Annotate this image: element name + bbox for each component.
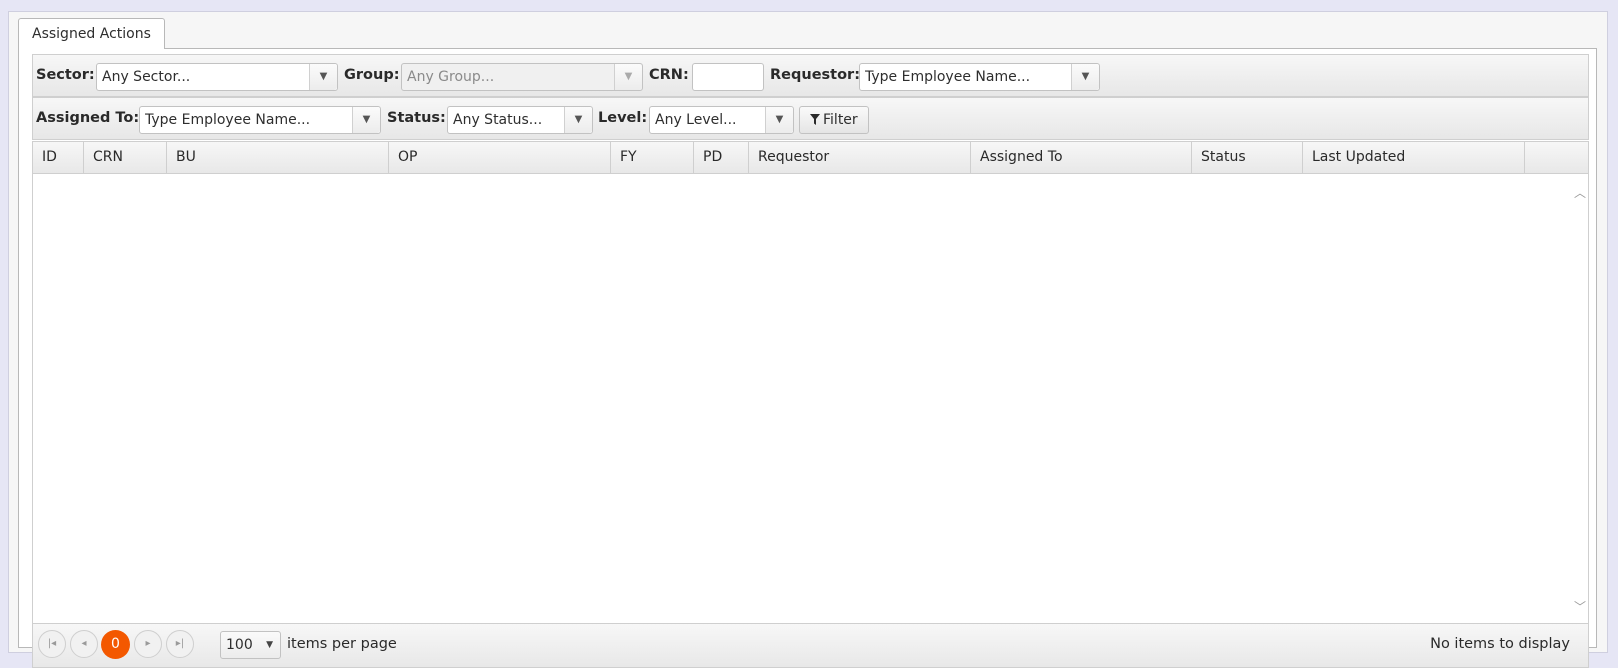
assigned-to-dropdown[interactable]: Type Employee Name... ▼ xyxy=(139,106,381,134)
column-header-pd[interactable]: PD xyxy=(694,142,749,173)
column-header-fy[interactable]: FY xyxy=(611,142,694,173)
pager-info: No items to display xyxy=(1430,636,1570,652)
scroll-up-icon[interactable]: ︿ xyxy=(1572,184,1588,201)
requestor-dropdown[interactable]: Type Employee Name... ▼ xyxy=(859,63,1100,91)
status-value: Any Status... xyxy=(453,112,543,128)
column-header-status[interactable]: Status xyxy=(1192,142,1303,173)
level-label: Level: xyxy=(598,110,648,126)
sector-dropdown[interactable]: Any Sector... ▼ xyxy=(96,63,338,91)
scroll-down-icon[interactable]: ﹀ xyxy=(1572,598,1588,615)
chevron-down-icon[interactable]: ▼ xyxy=(564,107,592,133)
column-header-crn[interactable]: CRN xyxy=(84,142,167,173)
level-dropdown[interactable]: Any Level... ▼ xyxy=(649,106,794,134)
requestor-value: Type Employee Name... xyxy=(865,69,1031,85)
grid-body xyxy=(33,174,1572,623)
page-size-value: 100 xyxy=(226,637,253,653)
column-header-last-updated[interactable]: Last Updated xyxy=(1303,142,1525,173)
crn-label: CRN: xyxy=(649,67,689,83)
group-value: Any Group... xyxy=(407,69,495,85)
actions-grid: ID CRN BU OP FY PD Requestor Assigned To… xyxy=(32,141,1589,624)
first-page-icon[interactable]: |◂ xyxy=(38,630,66,658)
funnel-icon xyxy=(810,114,820,125)
crn-input[interactable] xyxy=(692,63,764,91)
chevron-down-icon[interactable]: ▼ xyxy=(1071,64,1099,90)
column-header-assigned-to[interactable]: Assigned To xyxy=(971,142,1192,173)
group-label: Group: xyxy=(344,67,400,83)
grid-pager: |◂ ◂ 0 ▸ ▸| 100 ▼ items per page No item… xyxy=(32,624,1589,668)
tab-content: Sector: Any Sector... ▼ Group: Any Group… xyxy=(18,48,1597,668)
tab-assigned-actions[interactable]: Assigned Actions xyxy=(18,18,165,49)
column-header-bu[interactable]: BU xyxy=(167,142,389,173)
filter-button[interactable]: Filter xyxy=(799,106,869,134)
assigned-actions-panel: Assigned Actions Sector: Any Sector... ▼… xyxy=(8,11,1608,668)
current-page-button[interactable]: 0 xyxy=(101,630,130,659)
filter-toolbar-top: Sector: Any Sector... ▼ Group: Any Group… xyxy=(32,54,1589,97)
assigned-to-label: Assigned To: xyxy=(36,110,140,126)
sector-label: Sector: xyxy=(36,67,95,83)
sector-value: Any Sector... xyxy=(102,69,191,85)
previous-page-icon[interactable]: ◂ xyxy=(70,630,98,658)
chevron-down-icon[interactable]: ▼ xyxy=(352,107,380,133)
filter-button-label: Filter xyxy=(823,112,858,128)
requestor-label: Requestor: xyxy=(770,67,861,83)
level-value: Any Level... xyxy=(655,112,737,128)
last-page-icon[interactable]: ▸| xyxy=(166,630,194,658)
next-page-icon[interactable]: ▸ xyxy=(134,630,162,658)
chevron-down-icon[interactable]: ▼ xyxy=(765,107,793,133)
grid-scrollbar[interactable]: ︿ ﹀ xyxy=(1572,174,1588,623)
group-dropdown: Any Group... ▼ xyxy=(401,63,643,91)
items-per-page-label: items per page xyxy=(287,636,397,652)
chevron-down-icon: ▼ xyxy=(614,64,642,90)
grid-header: ID CRN BU OP FY PD Requestor Assigned To… xyxy=(33,142,1588,174)
filter-toolbar-bottom: Assigned To: Type Employee Name... ▼ Sta… xyxy=(32,97,1589,140)
chevron-down-icon[interactable]: ▼ xyxy=(309,64,337,90)
status-label: Status: xyxy=(387,110,446,126)
column-header-id[interactable]: ID xyxy=(33,142,84,173)
column-header-requestor[interactable]: Requestor xyxy=(749,142,971,173)
page-size-dropdown[interactable]: 100 ▼ xyxy=(220,631,281,659)
column-header-op[interactable]: OP xyxy=(389,142,611,173)
chevron-down-icon[interactable]: ▼ xyxy=(266,632,273,658)
assigned-to-value: Type Employee Name... xyxy=(145,112,311,128)
status-dropdown[interactable]: Any Status... ▼ xyxy=(447,106,593,134)
